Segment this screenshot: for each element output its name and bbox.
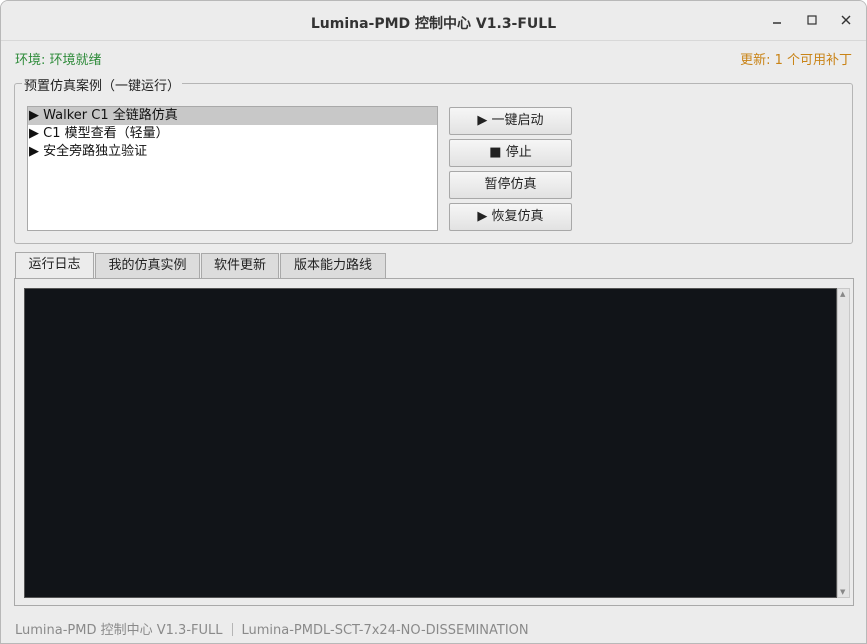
pause-simulation-button[interactable]: 暂停仿真: [449, 171, 572, 199]
preset-case-list[interactable]: ▶ Walker C1 全链路仿真 ▶ C1 模型查看（轻量） ▶ 安全旁路独立…: [27, 106, 438, 231]
stop-button[interactable]: ■ 停止: [449, 139, 572, 167]
run-log-panel: ▲ ▼: [14, 278, 854, 606]
log-scrollbar[interactable]: ▲ ▼: [837, 288, 850, 598]
maximize-button[interactable]: [800, 9, 824, 33]
footer-license-code: Lumina-PMDL-SCT-7x24-NO-DISSEMINATION: [241, 623, 529, 638]
log-output[interactable]: [24, 288, 837, 598]
environment-status: 环境: 环境就绪: [15, 53, 102, 68]
footer-bar: Lumina-PMD 控制中心 V1.3-FULL Lumina-PMDL-SCT…: [15, 619, 529, 638]
app-window: Lumina-PMD 控制中心 V1.3-FULL 环境: 环境就绪 更新: 1…: [0, 0, 867, 644]
window-title: Lumina-PMD 控制中心 V1.3-FULL: [310, 16, 557, 32]
close-button[interactable]: [834, 9, 858, 33]
scroll-down-icon[interactable]: ▼: [840, 588, 845, 596]
footer-divider: [231, 623, 233, 636]
tab-software-update[interactable]: 软件更新: [201, 253, 279, 278]
tab-run-log[interactable]: 运行日志: [15, 252, 94, 279]
list-item[interactable]: ▶ Walker C1 全链路仿真: [28, 107, 437, 125]
title-bar[interactable]: Lumina-PMD 控制中心 V1.3-FULL: [1, 1, 866, 41]
list-item[interactable]: ▶ C1 模型查看（轻量）: [28, 125, 437, 143]
status-row: 环境: 环境就绪 更新: 1 个可用补丁: [15, 49, 852, 68]
preset-cases-label: 预置仿真案例（一键运行）: [22, 75, 183, 94]
maximize-icon: [807, 15, 817, 25]
footer-app-version: Lumina-PMD 控制中心 V1.3-FULL: [15, 623, 223, 638]
close-icon: [841, 15, 851, 25]
tab-version-roadmap[interactable]: 版本能力路线: [280, 253, 386, 278]
resume-simulation-button[interactable]: ▶ 恢复仿真: [449, 203, 572, 231]
list-item[interactable]: ▶ 安全旁路独立验证: [28, 143, 437, 161]
scroll-up-icon[interactable]: ▲: [840, 290, 845, 298]
tab-my-instances[interactable]: 我的仿真实例: [95, 253, 200, 278]
preset-cases-group: 预置仿真案例（一键运行） ▶ Walker C1 全链路仿真 ▶ C1 模型查看…: [14, 75, 853, 244]
update-status[interactable]: 更新: 1 个可用补丁: [740, 49, 852, 68]
one-click-start-button[interactable]: ▶ 一键启动: [449, 107, 572, 135]
minimize-button[interactable]: [765, 9, 789, 33]
minimize-icon: [773, 22, 781, 24]
